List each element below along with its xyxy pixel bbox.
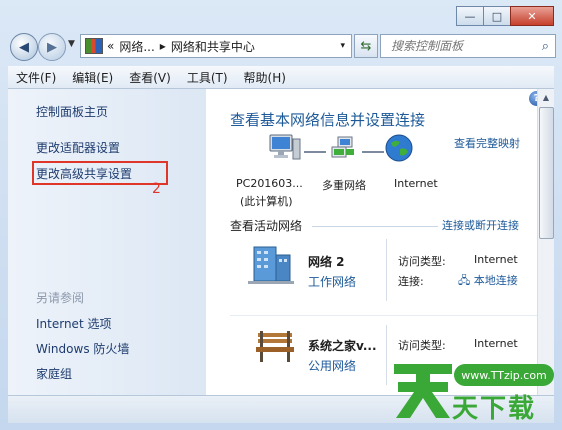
sidebar-link-homegroup[interactable]: 家庭组 [36,365,72,382]
internet-label: Internet [394,177,438,190]
menu-help[interactable]: 帮助(H) [236,69,294,86]
search-icon[interactable]: ⌕ [542,39,549,54]
search-input[interactable] [389,38,533,54]
sidebar-link-internet-options[interactable]: Internet 选项 [36,315,111,332]
breadcrumb-network-sharing-center[interactable]: 网络和共享中心 [171,38,255,55]
address-chevrons[interactable]: « [107,39,114,53]
menu-edit[interactable]: 编辑(E) [64,69,121,86]
caption-buttons: — □ ✕ [456,6,554,26]
network-2-separator [386,325,387,385]
this-computer-label: (此计算机) [240,195,293,208]
internet-node[interactable] [384,133,414,166]
back-arrow-icon: ◀ [19,39,29,55]
public-network-bench-icon[interactable] [252,327,298,365]
search-box[interactable]: ⌕ [380,34,556,58]
main-pane: ? 查看基本网络信息并设置连接 查看完整映射 [206,89,554,395]
window: — □ ✕ ◀ ▶ ▼ « 网络... ▸ 网络和共享中心 ▾ ⇆ ⌕ 文件(F… [0,0,562,430]
sidebar-link-control-panel-home[interactable]: 控制面板主页 [36,103,108,120]
multiple-networks-node[interactable] [328,135,360,166]
refresh-button[interactable]: ⇆ [354,34,378,58]
network-1-connection-value: 本地连接 [473,274,518,287]
address-dropdown-icon[interactable]: ▾ [340,41,345,51]
active-networks-heading: 查看活动网络 [230,219,303,233]
control-panel-icon [85,38,103,54]
refresh-icon: ⇆ [360,38,372,54]
computer-node[interactable] [268,133,302,168]
content-area: 控制面板主页 更改适配器设置 更改高级共享设置 2 另请参阅 Internet … [8,89,554,395]
network-2-access-value: Internet [474,337,518,350]
network-1-separator [386,239,387,301]
network-2-type-link[interactable]: 公用网络 [308,357,356,374]
network-1-name: 网络 2 [308,255,345,269]
close-button[interactable]: ✕ [510,6,554,26]
multiple-networks-label: 多重网络 [322,179,366,192]
globe-icon [385,134,413,162]
network-1-access-value: Internet [474,253,518,266]
scroll-up-icon[interactable]: ▲ [538,89,554,105]
network-1-type-link[interactable]: 工作网络 [308,273,356,290]
page-title: 查看基本网络信息并设置连接 [230,111,426,129]
network-2-access-label: 访问类型: [398,339,446,352]
work-network-building-icon[interactable] [246,243,296,285]
scrollbar-thumb[interactable] [539,107,554,239]
network-1-access-label: 访问类型: [398,255,446,268]
see-also-heading: 另请参阅 [36,291,85,305]
recent-pages-chevron-down-icon[interactable]: ▼ [68,39,75,49]
link-line-1 [304,151,326,153]
sidebar: 控制面板主页 更改适配器设置 更改高级共享设置 2 另请参阅 Internet … [8,89,206,395]
computer-icon [269,134,301,160]
watermark-logo-char: 天 [423,420,424,423]
multiple-networks-icon [331,136,354,158]
menu-bar: 文件(F) 编辑(E) 查看(V) 工具(T) 帮助(H) [8,66,554,89]
breadcrumb-network[interactable]: 网络... [119,38,154,55]
menu-view[interactable]: 查看(V) [121,69,179,86]
maximize-button[interactable]: □ [483,6,511,26]
breadcrumb-separator-icon[interactable]: ▸ [160,39,166,53]
watermark-url: www.TTzip.com [454,364,554,386]
connect-disconnect-link[interactable]: 连接或断开连接 [442,217,519,233]
vertical-scrollbar[interactable]: ▲ [537,89,554,395]
forward-button[interactable]: ▶ [38,33,66,61]
link-line-2 [362,151,384,153]
see-full-map-link[interactable]: 查看完整映射 [454,135,520,151]
watermark-logo: 天 [394,364,452,423]
menu-file[interactable]: 文件(F) [8,69,64,86]
back-button[interactable]: ◀ [10,33,38,61]
section-divider [312,226,438,227]
sidebar-link-change-adapter-settings[interactable]: 更改适配器设置 [36,139,120,156]
menu-tools[interactable]: 工具(T) [179,69,236,86]
local-connection-icon: 🖧 [458,274,471,287]
network-2-name: 系统之家v... [308,339,377,353]
watermark-text: 天下载 [452,394,537,424]
minimize-button[interactable]: — [456,6,484,26]
sidebar-link-windows-firewall[interactable]: Windows 防火墙 [36,340,129,357]
navigation-bar: ◀ ▶ ▼ « 网络... ▸ 网络和共享中心 ▾ ⇆ ⌕ [8,30,556,62]
step-number-annotation: 2 [152,181,161,197]
computer-name-label: PC201603... [236,177,303,190]
forward-arrow-icon: ▶ [47,39,57,55]
network-1-connection-link[interactable]: 🖧 本地连接 [458,272,518,291]
network-1-connection-label: 连接: [398,275,424,288]
address-bar[interactable]: « 网络... ▸ 网络和共享中心 ▾ [80,34,352,58]
highlight-box [32,161,168,185]
network-divider [230,315,546,316]
